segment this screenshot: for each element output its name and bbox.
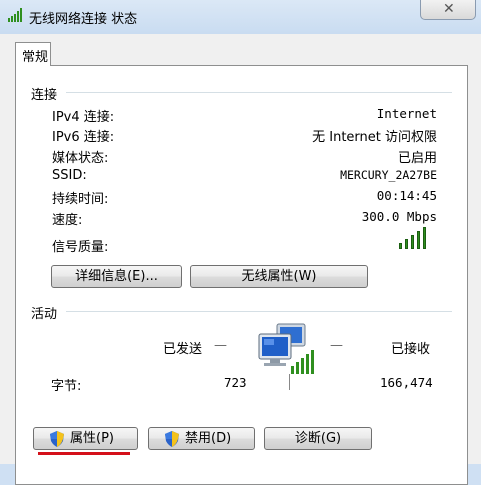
ipv4-value: Internet xyxy=(376,106,437,121)
received-label: 已接收 xyxy=(391,342,431,357)
duration-label: 持续时间: xyxy=(52,192,109,207)
diagnose-button[interactable]: 诊断(G) xyxy=(264,427,372,450)
signal-bar xyxy=(417,231,420,249)
ssid-value: MERCURY_2A27BE xyxy=(340,168,437,182)
speed-label: 速度: xyxy=(52,213,83,228)
properties-button[interactable]: 属性(P) xyxy=(33,427,138,450)
window-client: 常规 连接 IPv4 连接: Internet IPv6 连接: 无 Inter… xyxy=(0,34,481,485)
uac-shield-icon xyxy=(50,431,64,447)
group-divider xyxy=(66,311,452,312)
disable-button[interactable]: 禁用(D) xyxy=(148,427,255,450)
signal-bar xyxy=(399,243,402,249)
tab-general[interactable]: 常规 xyxy=(15,42,51,66)
network-connector-line xyxy=(289,374,290,390)
bytes-sent-value: 723 xyxy=(224,375,247,390)
disable-label: 禁用(D) xyxy=(185,431,232,446)
signal-quality-label: 信号质量: xyxy=(52,240,109,255)
media-state-label: 媒体状态: xyxy=(52,151,109,166)
bytes-received-value: 166,474 xyxy=(380,375,433,390)
bytes-label: 字节: xyxy=(51,379,82,394)
sent-dash: — xyxy=(214,338,227,353)
activity-group-title: 活动 xyxy=(31,307,58,322)
signal-bar xyxy=(423,227,426,249)
ssid-label: SSID: xyxy=(52,168,87,183)
sent-label: 已发送 xyxy=(163,342,203,357)
speed-value: 300.0 Mbps xyxy=(361,209,437,224)
signal-bar xyxy=(411,235,414,249)
signal-bar xyxy=(405,239,408,249)
uac-shield-icon xyxy=(165,431,179,447)
window-title: 无线网络连接 状态 xyxy=(29,12,138,27)
ipv4-label: IPv4 连接: xyxy=(52,110,115,125)
details-button[interactable]: 详细信息(E)... xyxy=(51,265,182,288)
ipv6-label: IPv6 连接: xyxy=(52,130,115,145)
properties-label: 属性(P) xyxy=(70,431,114,446)
duration-value: 00:14:45 xyxy=(376,188,437,203)
network-computers-icon xyxy=(258,323,314,374)
media-state-value: 已启用 xyxy=(397,151,437,166)
received-dash: — xyxy=(330,338,343,353)
signal-strength-icon xyxy=(399,227,429,249)
wireless-signal-icon xyxy=(8,8,22,22)
red-highlight-underline xyxy=(38,452,130,455)
group-divider xyxy=(66,92,452,93)
tab-general-label: 常规 xyxy=(22,50,49,65)
connection-group-title: 连接 xyxy=(31,88,58,103)
title-bar: 无线网络连接 状态 ✕ xyxy=(0,0,481,34)
close-icon: ✕ xyxy=(443,1,455,17)
close-button[interactable]: ✕ xyxy=(420,0,476,20)
ipv6-value: 无 Internet 访问权限 xyxy=(312,130,437,145)
wireless-properties-button[interactable]: 无线属性(W) xyxy=(190,265,368,288)
